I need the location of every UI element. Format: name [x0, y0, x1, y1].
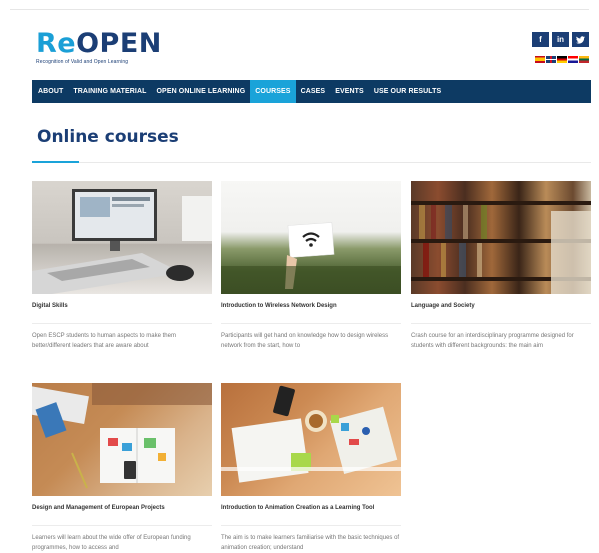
nav-item-use-our-results[interactable]: USE OUR RESULTS — [369, 80, 447, 103]
card-divider — [32, 323, 212, 324]
nav-item-cases[interactable]: CASES — [296, 80, 331, 103]
facebook-icon[interactable]: f — [532, 32, 549, 47]
logo-re: Re — [36, 28, 77, 59]
nav-item-open-online-learning[interactable]: OPEN ONLINE LEARNING — [152, 80, 251, 103]
course-description: Learners will learn about the wide offer… — [32, 535, 191, 551]
card-divider — [32, 525, 212, 526]
logo-subtitle: Recognition of Valid and Open Learning — [36, 59, 129, 65]
title-accent-bar — [32, 161, 79, 163]
course-image-language-society[interactable] — [411, 181, 591, 294]
course-card-european-projects[interactable]: Design and Management of European Projec… — [32, 383, 212, 553]
course-image-animation[interactable] — [221, 383, 401, 496]
course-title[interactable]: Introduction to Wireless Network Design — [221, 303, 401, 309]
logo-open: OPEN — [76, 28, 162, 59]
nav-item-events[interactable]: EVENTS — [330, 80, 369, 103]
nav-item-about[interactable]: ABOUT — [32, 80, 68, 103]
course-title[interactable]: Digital Skills — [32, 303, 212, 309]
course-card-language-society[interactable]: Language and Society Crash course for an… — [411, 181, 591, 351]
course-title[interactable]: Design and Management of European Projec… — [32, 505, 212, 511]
twitter-icon[interactable] — [572, 32, 589, 47]
linkedin-icon[interactable]: in — [552, 32, 569, 47]
flag-es-icon[interactable] — [535, 56, 545, 63]
nav-item-training-material[interactable]: TRAINING MATERIAL — [68, 80, 151, 103]
nav-item-courses[interactable]: COURSES — [250, 80, 296, 103]
card-divider — [221, 525, 401, 526]
site-logo[interactable]: ReOPEN Recognition of Valid and Open Lea… — [36, 28, 162, 66]
social-links: f in — [532, 32, 589, 47]
course-card-animation[interactable]: Introduction to Animation Creation as a … — [221, 383, 401, 553]
flag-gb-icon[interactable] — [546, 56, 556, 63]
top-divider — [10, 9, 589, 10]
course-description: Open ESCP students to human aspects to m… — [32, 333, 176, 349]
course-description: The aim is to make learners familiarise … — [221, 535, 400, 551]
course-image-european-projects[interactable] — [32, 383, 212, 496]
page-title: Online courses — [37, 127, 179, 147]
course-description: Crash course for an interdisciplinary pr… — [411, 333, 574, 349]
language-switcher — [535, 56, 589, 63]
course-title[interactable]: Introduction to Animation Creation as a … — [221, 505, 401, 511]
title-divider — [32, 162, 591, 163]
card-divider — [221, 323, 401, 324]
flag-lt-icon[interactable] — [579, 56, 589, 63]
course-image-wireless[interactable] — [221, 181, 401, 294]
course-description: Participants will get hand on knowledge … — [221, 333, 389, 349]
course-card-digital-skills[interactable]: Digital Skills Open ESCP students to hum… — [32, 181, 212, 351]
flag-de-icon[interactable] — [557, 56, 567, 63]
main-navigation: ABOUT TRAINING MATERIAL OPEN ONLINE LEAR… — [32, 80, 591, 103]
course-card-wireless[interactable]: Introduction to Wireless Network Design … — [221, 181, 401, 351]
course-image-digital-skills[interactable] — [32, 181, 212, 294]
card-divider — [411, 323, 591, 324]
flag-hr-icon[interactable] — [568, 56, 578, 63]
course-title[interactable]: Language and Society — [411, 303, 591, 309]
